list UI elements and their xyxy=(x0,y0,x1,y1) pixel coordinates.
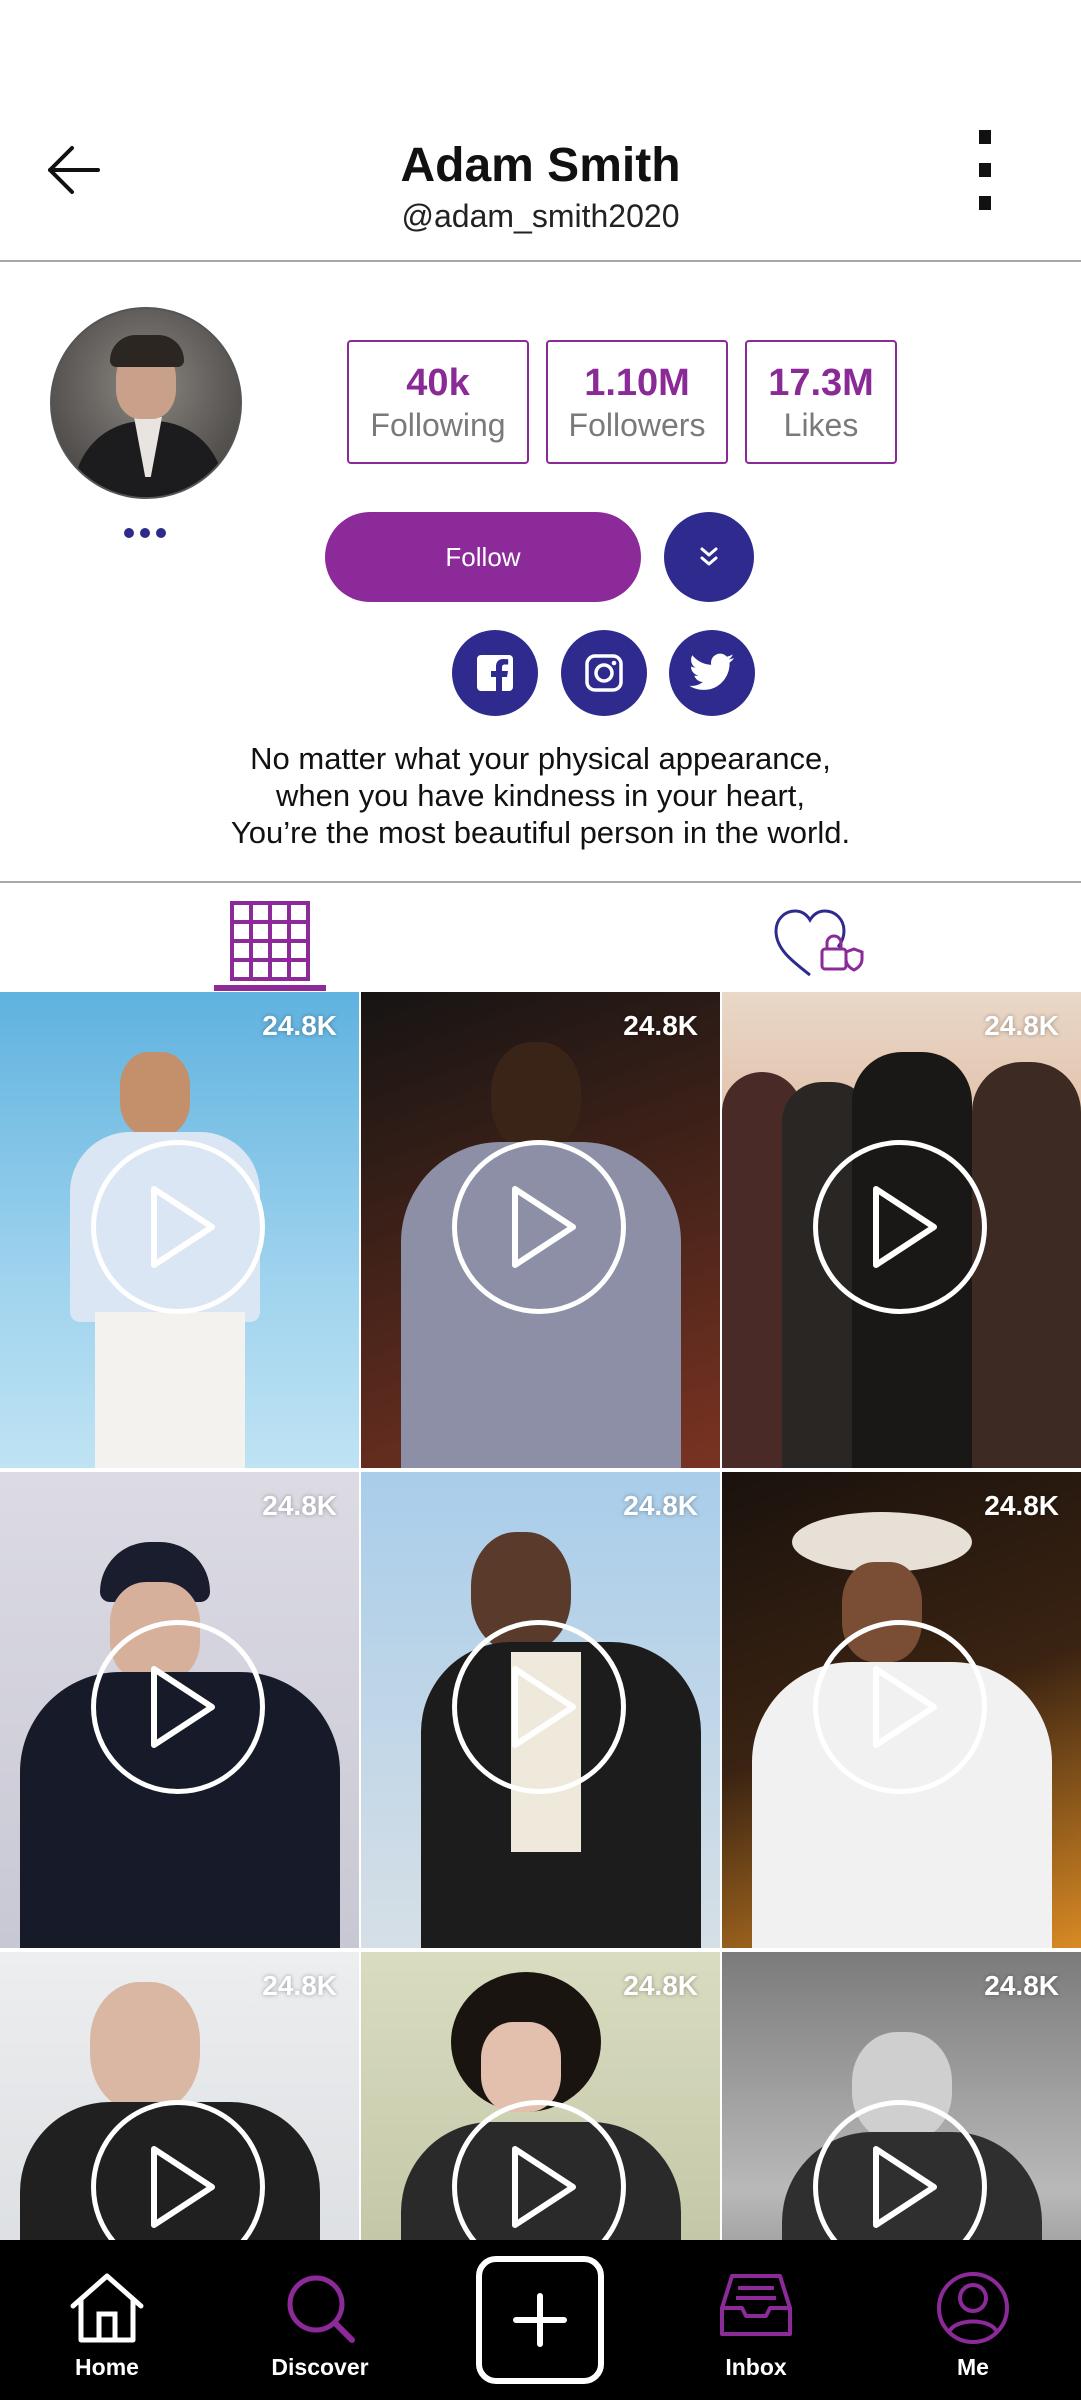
nav-discover-label: Discover xyxy=(271,2354,369,2380)
search-icon xyxy=(287,2275,355,2343)
profile-handle: @adam_smith2020 xyxy=(401,198,680,234)
view-count: 24.8K xyxy=(623,1970,698,2001)
nav-home-label: Home xyxy=(75,2354,139,2380)
more-options-button[interactable] xyxy=(970,130,1000,210)
view-count: 24.8K xyxy=(984,1010,1059,1041)
stat-following[interactable]: 40k Following xyxy=(347,340,529,464)
following-label: Following xyxy=(370,407,506,443)
profile-icon xyxy=(937,2272,1009,2344)
twitter-icon xyxy=(689,653,734,690)
nav-discover[interactable]: Discover xyxy=(240,2240,400,2400)
video-thumbnail[interactable]: 24.8K xyxy=(361,992,720,1468)
facebook-icon xyxy=(477,655,513,691)
followers-count: 1.10M xyxy=(584,362,690,404)
play-icon xyxy=(452,1620,626,1794)
view-count: 24.8K xyxy=(262,1970,337,2001)
nav-inbox[interactable]: Inbox xyxy=(676,2240,836,2400)
play-icon xyxy=(813,1620,987,1794)
video-thumbnail[interactable]: 24.8K xyxy=(361,1952,720,2240)
view-count: 24.8K xyxy=(984,1970,1059,2001)
avatar[interactable] xyxy=(50,307,242,499)
create-video-button[interactable] xyxy=(476,2256,604,2384)
following-count: 40k xyxy=(406,362,470,404)
tab-liked-private[interactable] xyxy=(772,905,868,985)
twitter-button[interactable] xyxy=(669,630,755,716)
view-count: 24.8K xyxy=(262,1490,337,1521)
video-thumbnail[interactable]: 24.8K xyxy=(722,1472,1081,1948)
home-icon xyxy=(70,2273,144,2343)
followers-label: Followers xyxy=(568,407,706,443)
bio-line: You’re the most beautiful person in the … xyxy=(230,815,851,850)
nav-inbox-label: Inbox xyxy=(725,2354,787,2380)
video-grid: 24.8K 24.8K 24.8K 24.8K 24.8K 24.8K 24.8… xyxy=(0,992,1081,2240)
more-vertical-icon xyxy=(979,130,991,144)
play-icon xyxy=(91,1140,265,1314)
view-count: 24.8K xyxy=(623,1010,698,1041)
bio-line: when you have kindness in your heart, xyxy=(275,778,806,813)
stat-likes[interactable]: 17.3M Likes xyxy=(745,340,897,464)
double-chevron-down-icon xyxy=(700,547,718,566)
view-count: 24.8K xyxy=(984,1490,1059,1521)
liked-private-icon xyxy=(774,909,864,977)
nav-home[interactable]: Home xyxy=(27,2240,187,2400)
grid-icon xyxy=(230,901,310,981)
profile-name: Adam Smith xyxy=(400,139,681,192)
stat-followers[interactable]: 1.10M Followers xyxy=(546,340,728,464)
video-thumbnail[interactable]: 24.8K xyxy=(0,992,359,1468)
nav-me-label: Me xyxy=(957,2354,989,2380)
play-icon xyxy=(452,2100,626,2240)
play-icon xyxy=(452,1140,626,1314)
instagram-icon xyxy=(585,654,623,692)
plus-icon xyxy=(513,2293,567,2347)
content-tabs xyxy=(0,881,1081,991)
profile-bio: No matter what your physical appearance,… xyxy=(0,740,1081,851)
follow-button[interactable]: Follow xyxy=(325,512,641,602)
video-thumbnail[interactable]: 24.8K xyxy=(0,1952,359,2240)
suggested-accounts-button[interactable] xyxy=(664,512,754,602)
video-thumbnail[interactable]: 24.8K xyxy=(361,1472,720,1948)
nav-me[interactable]: Me xyxy=(893,2240,1053,2400)
avatar-options-icon[interactable] xyxy=(124,528,166,538)
inbox-icon xyxy=(720,2274,792,2336)
likes-count: 17.3M xyxy=(768,362,874,404)
view-count: 24.8K xyxy=(262,1010,337,1041)
play-icon xyxy=(813,1140,987,1314)
instagram-button[interactable] xyxy=(561,630,647,716)
video-thumbnail[interactable]: 24.8K xyxy=(722,992,1081,1468)
play-icon xyxy=(813,2100,987,2240)
tab-videos[interactable] xyxy=(214,891,326,991)
facebook-button[interactable] xyxy=(452,630,538,716)
likes-label: Likes xyxy=(783,407,859,443)
bottom-navigation: Home Discover Inbox Me xyxy=(0,2240,1081,2400)
profile-header: Adam Smith @adam_smith2020 xyxy=(0,0,1081,262)
bio-line: No matter what your physical appearance, xyxy=(250,741,831,776)
play-icon xyxy=(91,1620,265,1794)
view-count: 24.8K xyxy=(623,1490,698,1521)
video-thumbnail[interactable]: 24.8K xyxy=(0,1472,359,1948)
video-thumbnail[interactable]: 24.8K xyxy=(722,1952,1081,2240)
